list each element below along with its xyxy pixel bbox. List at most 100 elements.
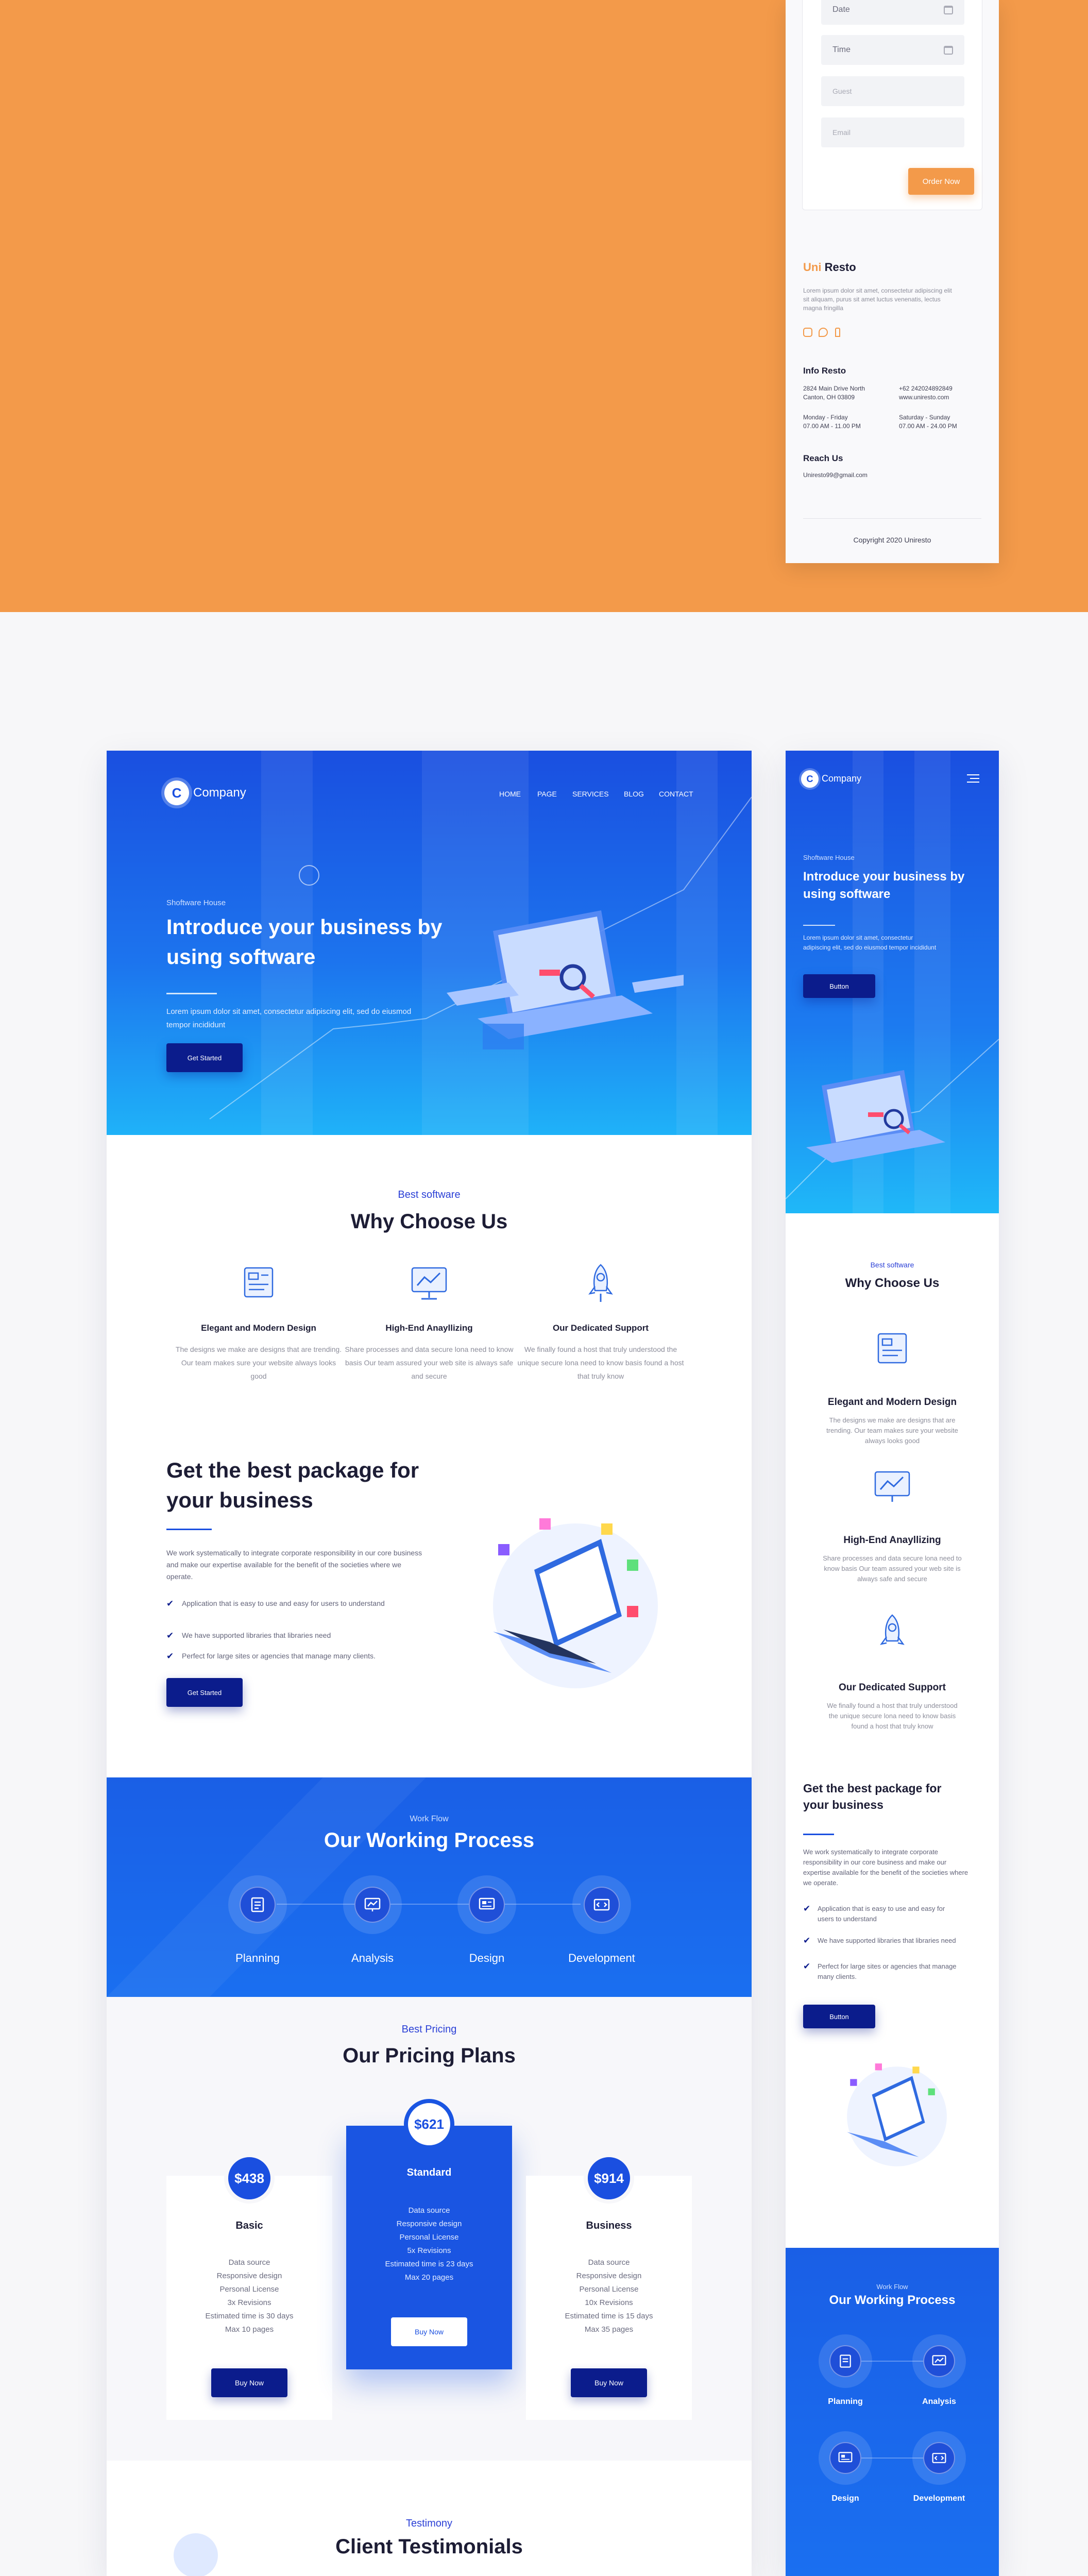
hero-text: Lorem ipsum dolor sit amet, consectetur … — [166, 1007, 412, 1029]
feature-title: Our Dedicated Support — [839, 1682, 946, 1693]
buy-now-button-basic[interactable]: Buy Now — [211, 2368, 287, 2397]
mobile-why-title: Why Choose Us — [845, 1276, 940, 1290]
website-link[interactable]: www.uniresto.com — [899, 393, 953, 402]
buy-now-button-business[interactable]: Buy Now — [571, 2368, 647, 2397]
isometric-laptop-illustration — [493, 1518, 658, 1688]
plan-feature: Max 10 pages — [225, 2325, 274, 2334]
plan-features: Data source Responsive design Personal L… — [166, 2256, 332, 2336]
company-logo-text[interactable]: Company — [193, 786, 246, 800]
facebook-icon[interactable] — [835, 328, 840, 337]
mobile-package-text: We work systematically to integrate corp… — [803, 1848, 968, 1887]
plan-feature: Data source — [588, 2258, 630, 2267]
testimony-eyebrow: Testimony — [405, 2518, 453, 2529]
development-icon — [593, 1899, 610, 1911]
step-badge-inner — [923, 2345, 955, 2377]
rocket-icon — [880, 1614, 905, 1645]
feature-desc: The designs we make are designs that are… — [175, 1345, 342, 1380]
nav-blog[interactable]: BLOG — [624, 790, 644, 798]
feature-support: Our Dedicated Support We finally found a… — [516, 1261, 686, 1383]
calendar-icon — [944, 45, 953, 55]
step-badge-inner — [829, 2345, 861, 2377]
step-label: Design — [831, 2494, 859, 2503]
analysis-chart-icon — [932, 2355, 946, 2366]
reservation-form: Date Time Guest Email Order Now — [802, 0, 982, 210]
feature-desc: We finally found a host that truly under… — [827, 1702, 958, 1730]
email-placeholder: Email — [832, 128, 851, 137]
resto-mobile-mockup: Date Time Guest Email Order Now Uni Rest… — [786, 0, 999, 563]
step-badge-inner — [469, 1887, 505, 1923]
mobile-laptop-illustration — [786, 1039, 999, 1199]
chat-icon[interactable] — [819, 328, 828, 337]
step-design: Design — [440, 1875, 533, 1965]
step-badge — [572, 1875, 631, 1934]
working-process-section: Work Flow Our Working Process Planning A… — [107, 1777, 752, 1997]
step-analysis: Analysis — [326, 1875, 419, 1965]
check-item: Perfect for large sites or agencies that… — [166, 1650, 419, 1662]
plan-feature: Responsive design — [396, 2219, 462, 2228]
nav-services[interactable]: SERVICES — [572, 790, 609, 798]
plan-card-basic: $438 Basic Data source Responsive design… — [166, 2153, 332, 2420]
nav-page[interactable]: PAGE — [537, 790, 557, 798]
hamburger-menu-icon[interactable] — [967, 774, 979, 783]
plan-feature: Responsive design — [576, 2272, 642, 2280]
plan-name: Business — [586, 2220, 632, 2231]
pricing-title: Our Pricing Plans — [343, 2044, 516, 2067]
plan-feature: Estimated time is 30 days — [205, 2312, 294, 2320]
step-label: Development — [568, 1952, 635, 1964]
feature-title: Elegant and Modern Design — [201, 1323, 316, 1333]
contact-block: +62 242024892849 www.uniresto.com — [899, 384, 953, 402]
development-icon — [932, 2453, 946, 2463]
plan-feature: 5x Revisions — [407, 2246, 451, 2255]
mobile-hero-text: Lorem ipsum dolor sit amet, consectetur … — [803, 934, 937, 951]
process-eyebrow: Work Flow — [410, 1815, 449, 1823]
instagram-icon[interactable] — [803, 328, 812, 337]
email-link[interactable]: Uniresto99@gmail.com — [803, 471, 868, 480]
nav-contact[interactable]: CONTACT — [659, 790, 693, 798]
company-logo-icon[interactable]: C — [164, 781, 189, 805]
plan-feature: Data source — [408, 2206, 450, 2215]
hero-title: Introduce your business by using softwar… — [166, 915, 443, 969]
hero-divider — [166, 993, 217, 994]
hamburger-line — [967, 774, 979, 775]
order-now-button[interactable]: Order Now — [908, 168, 974, 195]
plan-price: $914 — [584, 2153, 634, 2204]
phone-text: +62 242024892849 — [899, 385, 953, 392]
resto-brand: Uni Resto — [803, 261, 856, 274]
time-field[interactable]: Time — [821, 35, 964, 65]
mobile-feature-analyzing: High-End Anayllizing Share processes and… — [786, 1535, 999, 1584]
package-get-started-button[interactable]: Get Started — [166, 1678, 243, 1707]
plan-features: Data source Responsive design Personal L… — [526, 2256, 692, 2336]
weekday-label: Monday - Friday — [803, 414, 848, 421]
plan-name: Basic — [235, 2220, 263, 2231]
about-text: Lorem ipsum dolor sit amet, consectetur … — [803, 287, 952, 312]
guest-input[interactable]: Guest — [821, 76, 964, 106]
feature-title: High-End Anayllizing — [385, 1323, 473, 1333]
plan-feature: Data source — [228, 2258, 270, 2267]
mobile-package-button[interactable]: Button — [803, 2005, 875, 2028]
plan-card-business: $914 Business Data source Responsive des… — [526, 2153, 692, 2420]
mobile-hero-section: C Company Shoftware House Introduce your… — [786, 751, 999, 1213]
step-label: Planning — [828, 2397, 863, 2406]
buy-now-button-standard[interactable]: Buy Now — [391, 2317, 467, 2346]
mobile-package-divider — [803, 1834, 834, 1835]
copyright-text: Copyright 2020 Uniresto — [853, 536, 931, 544]
step-badge — [912, 2431, 966, 2485]
get-started-button[interactable]: Get Started — [166, 1043, 243, 1072]
mobile-step-development: Development — [903, 2431, 975, 2503]
plan-card-standard: $621 Standard Data source Responsive des… — [346, 2099, 512, 2369]
design-board-icon — [244, 1267, 274, 1298]
design-monitor-icon — [838, 2452, 853, 2463]
company-logo-icon[interactable]: C — [801, 770, 819, 788]
email-input[interactable]: Email — [821, 117, 964, 147]
chart-monitor-icon — [411, 1267, 447, 1300]
time-label: Time — [832, 45, 851, 54]
brand-accent: Uni — [803, 261, 822, 274]
company-logo-text[interactable]: Company — [822, 773, 861, 784]
pricing-eyebrow: Best Pricing — [401, 2024, 457, 2035]
mobile-mockup: C Company Shoftware House Introduce your… — [786, 751, 999, 2576]
check-item: We have supported libraries that librari… — [803, 1936, 963, 1946]
rocket-icon — [588, 1264, 613, 1302]
step-label: Analysis — [351, 1952, 394, 1964]
nav-home[interactable]: HOME — [499, 790, 521, 798]
date-field[interactable]: Date — [821, 0, 964, 25]
